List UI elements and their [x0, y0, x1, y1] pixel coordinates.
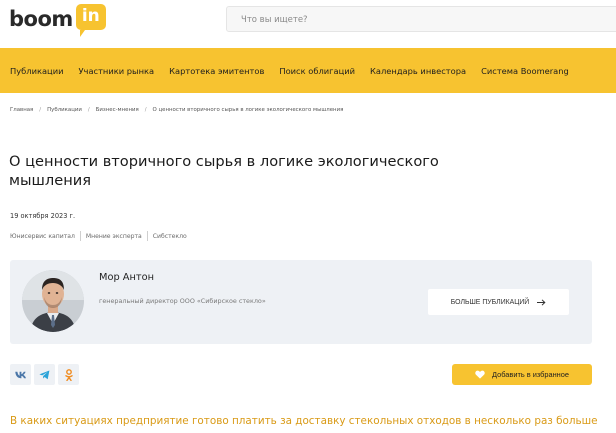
article-tags: Юнисервис капитал Мнение эксперта Сибсте… [10, 231, 187, 241]
nav-item-bond-search[interactable]: Поиск облигаций [279, 66, 355, 76]
breadcrumb-separator: / [144, 107, 147, 113]
search-box[interactable] [226, 6, 616, 32]
nav-item-boomerang[interactable]: Система Boomerang [481, 66, 569, 76]
odnoklassniki-icon [64, 368, 73, 381]
nav-item-investor-calendar[interactable]: Календарь инвестора [370, 66, 466, 76]
telegram-icon [39, 370, 50, 379]
main-nav: Публикации Участники рынка Картотека эми… [0, 48, 616, 93]
breadcrumb-separator: / [87, 107, 90, 113]
search-input[interactable] [227, 8, 616, 32]
more-publications-label: БОЛЬШЕ ПУБЛИКАЦИЙ [450, 298, 530, 306]
heart-icon [475, 370, 485, 379]
breadcrumb: Главная / Публикации / Бизнес-мнения / О… [10, 107, 343, 113]
breadcrumb-business-opinions[interactable]: Бизнес-мнения [96, 107, 139, 113]
logo-word: boom [9, 7, 73, 31]
share-buttons [10, 364, 79, 385]
breadcrumb-current: О ценности вторичного сырья в логике эко… [152, 107, 344, 113]
logo-badge: in [75, 4, 106, 37]
breadcrumb-publications[interactable]: Публикации [47, 107, 82, 113]
arrow-right-icon [537, 298, 546, 306]
more-publications-button[interactable]: БОЛЬШЕ ПУБЛИКАЦИЙ [428, 289, 569, 315]
tag-divider [146, 231, 148, 241]
author-card: Мор Антон генеральный директор ООО «Сиби… [10, 260, 592, 344]
add-to-favorites-label: Добавить в избранное [492, 370, 569, 379]
breadcrumb-separator: / [39, 107, 42, 113]
vk-icon [14, 371, 26, 378]
tag-unisservice-capital[interactable]: Юнисервис капитал [10, 233, 75, 240]
page-title: О ценности вторичного сырья в логике эко… [9, 153, 439, 189]
article-lead: В каких ситуациях предприятие готово пла… [10, 415, 598, 427]
boomin-logo[interactable]: boom in [9, 4, 106, 38]
author-name[interactable]: Мор Антон [99, 272, 154, 283]
tag-divider [79, 231, 81, 241]
share-ok-button[interactable] [58, 364, 79, 385]
nav-item-market-participants[interactable]: Участники рынка [79, 66, 155, 76]
author-role: генеральный директор ООО «Сибирское стек… [99, 297, 266, 305]
publication-date: 19 октября 2023 г. [10, 212, 76, 220]
add-to-favorites-button[interactable]: Добавить в избранное [452, 364, 592, 385]
share-vk-button[interactable] [10, 364, 31, 385]
share-telegram-button[interactable] [34, 364, 55, 385]
tag-expert-opinion[interactable]: Мнение эксперта [86, 233, 142, 240]
author-avatar[interactable] [22, 270, 84, 332]
breadcrumb-home[interactable]: Главная [10, 107, 33, 113]
author-photo [22, 270, 84, 332]
site-header: boom in [0, 0, 616, 48]
nav-item-publications[interactable]: Публикации [10, 66, 64, 76]
tag-sibsteklo[interactable]: Сибстекло [153, 233, 187, 240]
nav-item-issuers[interactable]: Картотека эмитентов [169, 66, 264, 76]
